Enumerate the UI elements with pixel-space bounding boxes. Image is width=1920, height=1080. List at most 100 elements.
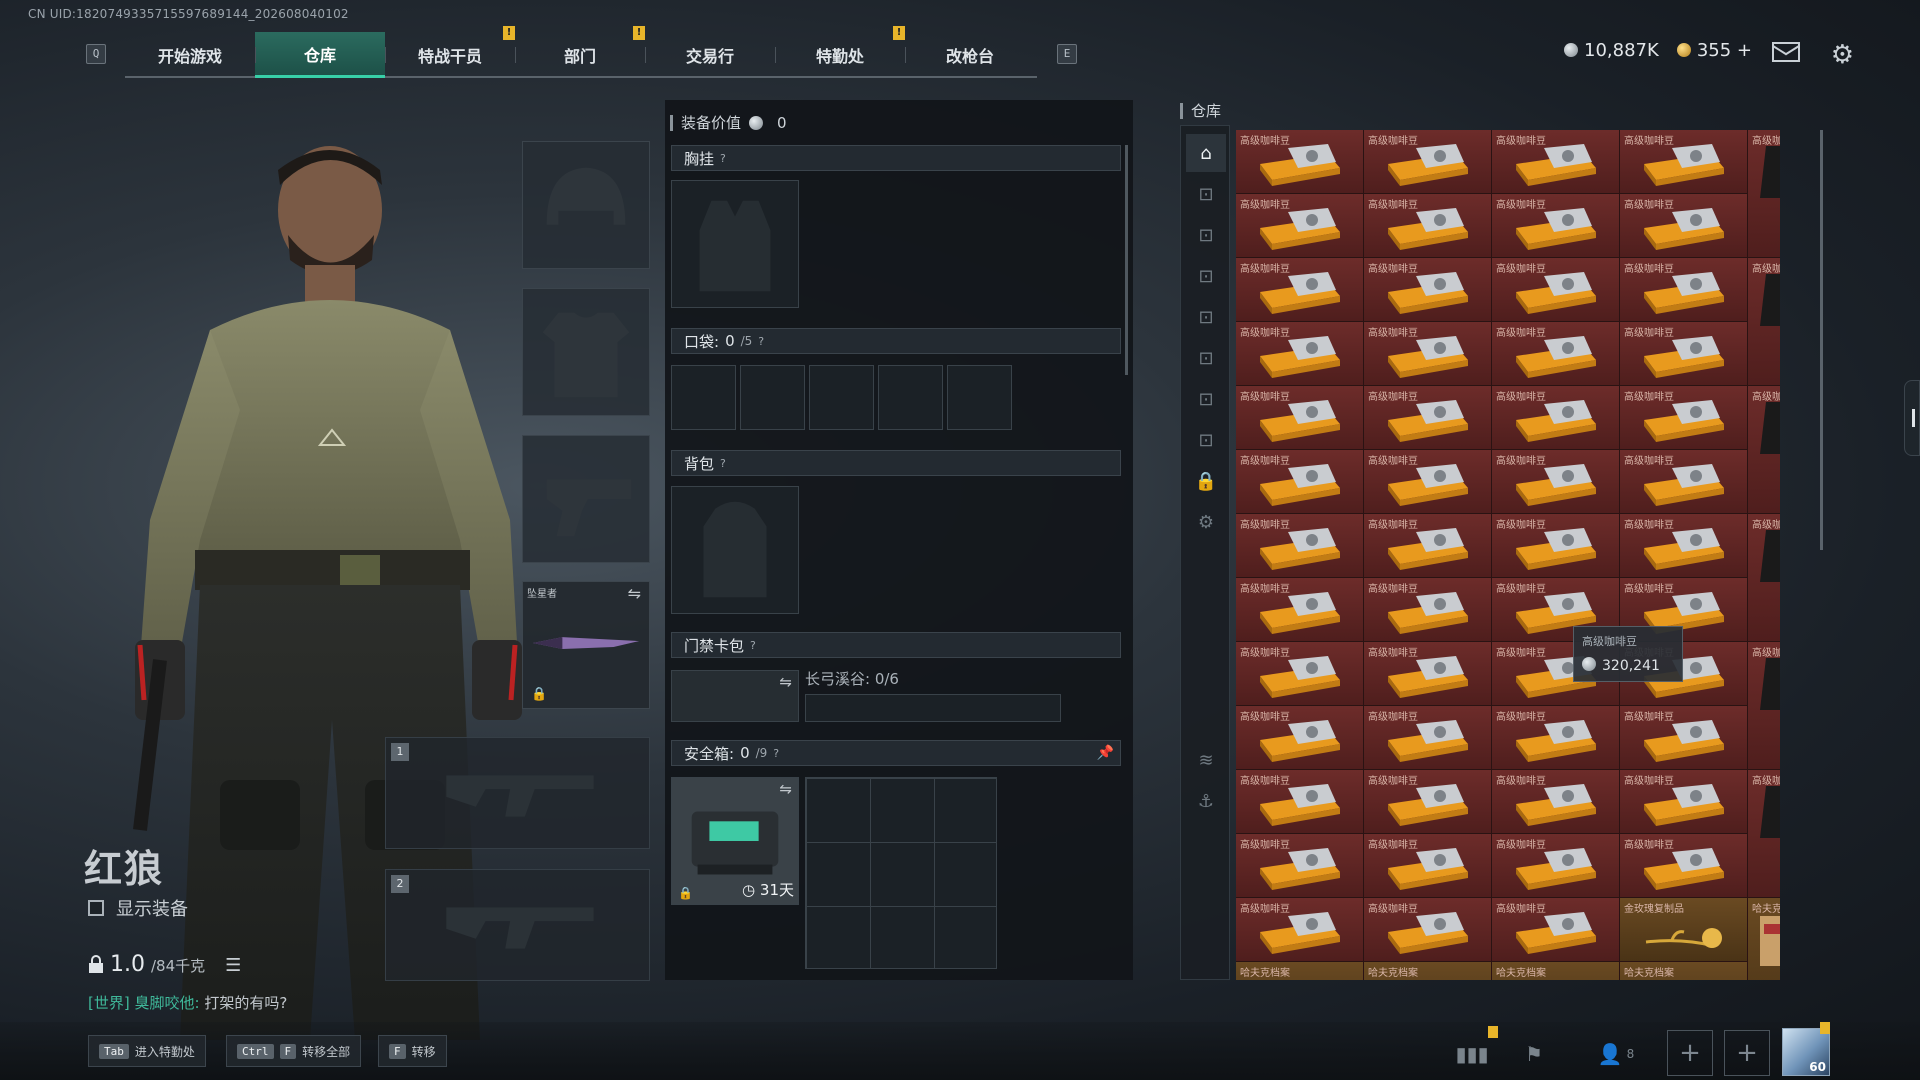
warehouse-item[interactable]: 高级咖啡豆 bbox=[1620, 386, 1748, 450]
warehouse-item[interactable]: 高级咖啡豆 bbox=[1620, 322, 1748, 386]
warehouse-item[interactable]: 高级咖啡豆 bbox=[1236, 706, 1364, 770]
warehouse-tab-lock-icon[interactable]: 🔒 bbox=[1186, 462, 1226, 500]
warehouse-tab-gun3-icon[interactable]: ⊡ bbox=[1186, 257, 1226, 295]
stats-chart-icon[interactable]: ▮▮▮ bbox=[1452, 1036, 1492, 1072]
warehouse-tab-gun5-icon[interactable]: ⊡ bbox=[1186, 339, 1226, 377]
warehouse-item[interactable]: 高级咖啡豆 bbox=[1492, 834, 1620, 898]
nav-tab-4[interactable]: 交易行 bbox=[645, 32, 775, 78]
warehouse-item[interactable]: 高级咖啡豆 bbox=[1236, 642, 1364, 706]
warehouse-item[interactable]: 高级咖啡豆 bbox=[1364, 258, 1492, 322]
warehouse-tab-gun7-icon[interactable]: ⊡ bbox=[1186, 421, 1226, 459]
warehouse-item[interactable]: 高级咖啡豆 bbox=[1236, 258, 1364, 322]
warehouse-item[interactable]: 高级咖啡豆 bbox=[1236, 386, 1364, 450]
pin-icon[interactable]: 📌 bbox=[1097, 745, 1114, 761]
next-tab-key[interactable]: E bbox=[1057, 44, 1077, 64]
warehouse-item[interactable]: 高级咖啡豆 bbox=[1748, 514, 1780, 642]
pocket-slot[interactable] bbox=[809, 365, 874, 430]
warehouse-item[interactable]: 高级咖啡豆 bbox=[1364, 130, 1492, 194]
warehouse-item[interactable]: 高级咖啡豆 bbox=[1364, 194, 1492, 258]
nav-tab-2[interactable]: 特战干员! bbox=[385, 26, 515, 78]
warehouse-item[interactable]: 高级咖啡豆 bbox=[1364, 706, 1492, 770]
warehouse-tab-anchor-icon[interactable]: ⚓ bbox=[1186, 782, 1226, 820]
primary-weapon-slot-2[interactable]: 2 bbox=[385, 869, 650, 981]
warehouse-item[interactable]: 高级咖啡豆 bbox=[1492, 898, 1620, 962]
helmet-slot[interactable] bbox=[522, 141, 650, 269]
player-avatar[interactable]: 60 bbox=[1782, 1028, 1830, 1076]
warehouse-item[interactable]: 高级咖啡豆 bbox=[1492, 130, 1620, 194]
sidearm-slot[interactable] bbox=[522, 435, 650, 563]
warehouse-item[interactable]: 高级咖啡豆 bbox=[1620, 450, 1748, 514]
warehouse-tab-gear-icon[interactable]: ⚙ bbox=[1186, 503, 1226, 541]
pocket-slot[interactable] bbox=[947, 365, 1012, 430]
warehouse-tab-gun1-icon[interactable]: ⊡ bbox=[1186, 175, 1226, 213]
show-equipment-toggle[interactable]: 显示装备 bbox=[88, 895, 188, 921]
warehouse-item[interactable]: 高级咖啡豆 bbox=[1620, 834, 1748, 898]
warehouse-item[interactable]: 高级咖啡豆 bbox=[1364, 770, 1492, 834]
warehouse-item[interactable]: 高级咖啡豆 bbox=[1620, 258, 1748, 322]
warehouse-item[interactable]: 高级咖啡豆 bbox=[1236, 194, 1364, 258]
add-squad-slot-button[interactable]: + bbox=[1667, 1030, 1713, 1076]
settings-gear-icon[interactable]: ⚙ bbox=[1831, 40, 1854, 70]
pocket-slot[interactable] bbox=[740, 365, 805, 430]
help-icon[interactable]: ? bbox=[750, 639, 756, 652]
warehouse-item[interactable]: 高级咖啡豆 bbox=[1236, 514, 1364, 578]
warehouse-item[interactable]: 金玫瑰复制品 bbox=[1620, 898, 1748, 962]
armor-slot[interactable] bbox=[522, 288, 650, 416]
warehouse-item[interactable]: 高级咖啡豆 bbox=[1492, 322, 1620, 386]
warehouse-item[interactable]: 高级咖啡豆 bbox=[1748, 770, 1780, 898]
chat-user[interactable]: 臭脚咬他: bbox=[135, 994, 200, 1012]
warehouse-item[interactable]: 高级咖啡豆 bbox=[1236, 130, 1364, 194]
warehouse-tab-gun2-icon[interactable]: ⊡ bbox=[1186, 216, 1226, 254]
hotkey-transfer[interactable]: F 转移 bbox=[378, 1035, 447, 1067]
nav-tab-1[interactable]: 仓库 bbox=[255, 32, 385, 78]
hotkey-transfer-all[interactable]: Ctrl F 转移全部 bbox=[226, 1035, 362, 1067]
mail-icon[interactable] bbox=[1772, 42, 1800, 62]
warehouse-item[interactable]: 高级咖啡豆 bbox=[1492, 450, 1620, 514]
melee-weapon-slot[interactable]: 坠星者 ⇋ 🔒 bbox=[522, 581, 650, 709]
warehouse-tab-gun4-icon[interactable]: ⊡ bbox=[1186, 298, 1226, 336]
warehouse-item[interactable]: 哈夫克档案 bbox=[1236, 962, 1364, 980]
warehouse-scrollbar[interactable] bbox=[1820, 130, 1823, 550]
warehouse-item[interactable]: 高级咖啡豆 bbox=[1364, 322, 1492, 386]
gear-panel-scrollbar[interactable] bbox=[1125, 145, 1128, 375]
safebox-slot[interactable]: ⇋ 🔒 ◷ 31天 bbox=[671, 777, 799, 905]
swap-icon[interactable]: ⇋ bbox=[779, 673, 792, 691]
warehouse-item[interactable]: 高级咖啡豆 bbox=[1748, 386, 1780, 514]
warehouse-item[interactable]: 高级咖啡豆 bbox=[1620, 194, 1748, 258]
warehouse-tab-layers-icon[interactable]: ≋ bbox=[1186, 741, 1226, 779]
swap-icon[interactable]: ⇋ bbox=[779, 780, 792, 798]
friends-button[interactable]: 👤 8 bbox=[1586, 1036, 1646, 1072]
warehouse-item[interactable]: 高级咖啡豆 bbox=[1236, 578, 1364, 642]
pocket-slot[interactable] bbox=[878, 365, 943, 430]
warehouse-item[interactable]: 高级咖啡豆 bbox=[1236, 322, 1364, 386]
nav-tab-5[interactable]: 特勤处! bbox=[775, 26, 905, 78]
warehouse-item[interactable]: 高级咖啡豆 bbox=[1492, 258, 1620, 322]
warehouse-item[interactable]: 高级咖啡豆 bbox=[1748, 642, 1780, 770]
warehouse-item[interactable]: 高级咖啡豆 bbox=[1620, 130, 1748, 194]
warehouse-item[interactable]: 高级咖啡豆 bbox=[1364, 834, 1492, 898]
nav-tab-6[interactable]: 改枪台 bbox=[905, 32, 1035, 78]
safebox-grid[interactable] bbox=[805, 777, 997, 969]
keycard-slot[interactable]: ⇋ bbox=[671, 670, 799, 722]
show-equipment-checkbox[interactable] bbox=[88, 900, 104, 916]
warehouse-item[interactable]: 高级咖啡豆 bbox=[1364, 578, 1492, 642]
warehouse-item[interactable]: 哈夫克档案 bbox=[1620, 962, 1748, 980]
warehouse-item[interactable]: 哈夫克档案 bbox=[1492, 962, 1620, 980]
warehouse-item[interactable]: 哈夫克档案 bbox=[1748, 898, 1780, 980]
warehouse-item[interactable]: 哈夫克档案 bbox=[1364, 962, 1492, 980]
backpack-slot[interactable] bbox=[671, 486, 799, 614]
warehouse-item[interactable]: 高级咖啡豆 bbox=[1236, 834, 1364, 898]
warehouse-item[interactable]: 高级咖啡豆 bbox=[1620, 706, 1748, 770]
warehouse-item[interactable]: 高级咖啡豆 bbox=[1364, 514, 1492, 578]
primary-weapon-slot-1[interactable]: 1 bbox=[385, 737, 650, 849]
nav-tab-3[interactable]: 部门! bbox=[515, 26, 645, 78]
pocket-slot[interactable] bbox=[671, 365, 736, 430]
warehouse-item[interactable]: 高级咖啡豆 bbox=[1236, 770, 1364, 834]
warehouse-item[interactable]: 高级咖啡豆 bbox=[1492, 514, 1620, 578]
help-icon[interactable]: ? bbox=[720, 152, 726, 165]
hotkey-enter-special-ops[interactable]: Tab 进入特勤处 bbox=[88, 1035, 206, 1067]
warehouse-item[interactable]: 高级咖啡豆 bbox=[1492, 386, 1620, 450]
warehouse-item[interactable]: 高级咖啡豆 bbox=[1492, 194, 1620, 258]
help-icon[interactable]: ? bbox=[758, 335, 764, 348]
chest-rig-slot[interactable] bbox=[671, 180, 799, 308]
